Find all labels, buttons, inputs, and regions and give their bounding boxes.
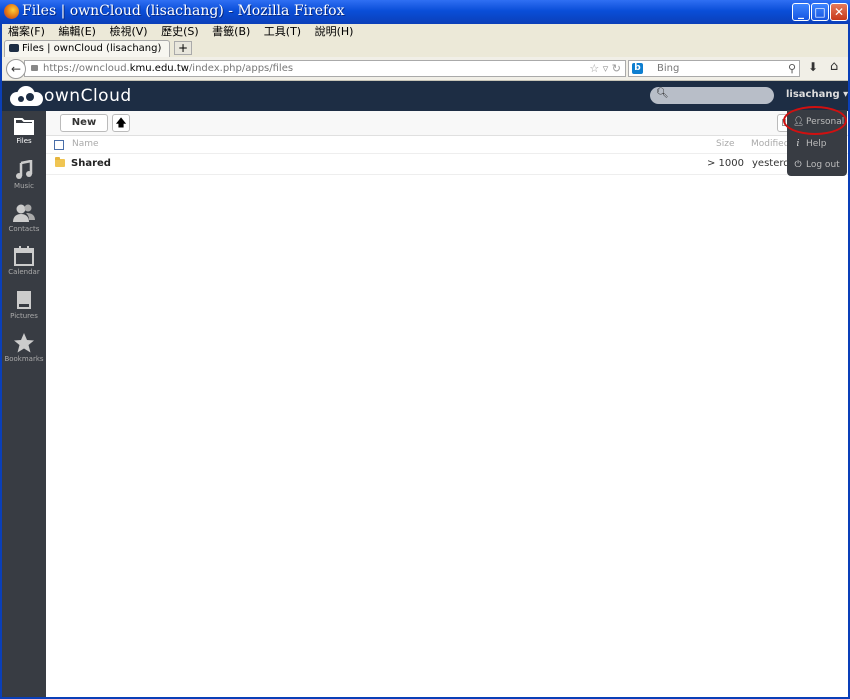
back-arrow-icon: ← — [10, 62, 22, 76]
file-name[interactable]: Shared — [71, 158, 111, 169]
minimize-button[interactable]: _ — [792, 3, 810, 21]
table-row[interactable]: Shared > 1000 yesterday — [46, 154, 848, 175]
music-icon — [16, 160, 33, 179]
menu-view[interactable]: 檢視(V) — [109, 24, 147, 39]
home-icon[interactable]: ⌂ — [830, 59, 838, 74]
bookmark-star-icon[interactable]: ☆ — [589, 62, 599, 75]
back-button[interactable]: ← — [6, 59, 26, 79]
download-icon[interactable]: ⬇ — [808, 60, 818, 74]
window-title: Files | ownCloud (lisachang) - Mozilla F… — [22, 3, 345, 19]
sidebar-item-label: Contacts — [8, 225, 40, 233]
menu-item-logout[interactable]: ⏻ Log out — [793, 160, 840, 170]
browser-tab[interactable]: Files | ownCloud (lisachang) — [4, 40, 170, 57]
sidebar-item-label: Pictures — [10, 312, 38, 320]
owncloud-favicon-icon — [9, 44, 19, 52]
user-menu-toggle[interactable]: lisachang ▾ — [786, 89, 848, 100]
close-button[interactable]: ✕ — [830, 3, 848, 21]
browser-window: Files | ownCloud (lisachang) - Mozilla F… — [0, 0, 850, 699]
url-domain: kmu.edu.tw — [129, 63, 189, 74]
contacts-icon — [13, 204, 35, 222]
calendar-icon — [14, 246, 34, 266]
sidebar-item-label: Calendar — [8, 268, 40, 276]
search-magnifier-icon[interactable]: ⚲ — [788, 61, 796, 76]
sidebar-item-files[interactable]: Files — [2, 117, 46, 145]
sidebar-item-calendar[interactable]: Calendar — [2, 246, 46, 276]
files-table-header: Name Size Modified — [46, 136, 848, 154]
files-controls: New 🡅 ▯ — [46, 111, 848, 136]
menu-bookmarks[interactable]: 書籤(B) — [212, 24, 250, 39]
app-sidebar: Files Music Contacts Calendar Pictures B… — [2, 111, 46, 697]
files-content: New 🡅 ▯ Name Size Modified Shared > 1000… — [46, 111, 848, 697]
owncloud-logo-icon[interactable] — [8, 85, 44, 107]
menu-item-help[interactable]: i Help — [793, 139, 827, 149]
lock-icon — [31, 65, 38, 71]
url-prefix: https://owncloud. — [43, 63, 130, 74]
menu-item-label: Log out — [806, 160, 840, 170]
menu-edit[interactable]: 編輯(E) — [58, 24, 96, 39]
column-size[interactable]: Size — [716, 139, 734, 149]
dropdown-arrow-icon[interactable]: ▿ — [603, 62, 609, 75]
reload-icon[interactable]: ↻ — [612, 62, 621, 75]
info-icon: i — [796, 139, 800, 149]
sidebar-item-contacts[interactable]: Contacts — [2, 203, 46, 233]
menu-file[interactable]: 檔案(F) — [8, 24, 45, 39]
star-icon — [14, 333, 34, 353]
sidebar-item-label: Music — [14, 182, 34, 190]
file-size: > 1000 — [707, 158, 745, 169]
tab-label: Files | ownCloud (lisachang) — [22, 43, 162, 54]
power-icon: ⏻ — [794, 160, 802, 170]
column-name[interactable]: Name — [72, 139, 99, 149]
sidebar-item-music[interactable]: Music — [2, 160, 46, 190]
maximize-button[interactable]: □ — [811, 3, 829, 21]
url-bar-icons: ☆ ▿ ↻ — [589, 61, 621, 76]
column-modified[interactable]: Modified — [751, 139, 789, 149]
upload-arrow-icon: 🡅 — [115, 116, 127, 129]
search-placeholder: Bing — [657, 63, 680, 74]
menu-bar: 檔案(F) 編輯(E) 檢視(V) 歷史(S) 書籤(B) 工具(T) 說明(H… — [2, 24, 848, 39]
select-all-checkbox[interactable] — [54, 140, 64, 150]
title-bar: Files | ownCloud (lisachang) - Mozilla F… — [0, 0, 850, 24]
sidebar-item-bookmarks[interactable]: Bookmarks — [2, 333, 46, 363]
owncloud-search-input[interactable]: 🔍︎ — [650, 87, 774, 104]
new-tab-button[interactable]: + — [174, 41, 192, 55]
menu-help[interactable]: 說明(H) — [315, 24, 354, 39]
bing-icon: b — [632, 63, 643, 74]
upload-button[interactable]: 🡅 — [112, 114, 130, 132]
menu-history[interactable]: 歷史(S) — [161, 24, 199, 39]
menu-item-label: Help — [806, 139, 827, 149]
owncloud-logo-text: ownCloud — [44, 86, 132, 106]
tab-strip: Files | ownCloud (lisachang) + — [2, 39, 848, 57]
url-path: /index.php/apps/files — [188, 63, 294, 74]
sidebar-item-label: Bookmarks — [4, 355, 44, 363]
highlight-annotation-circle — [783, 106, 847, 135]
new-button[interactable]: New — [60, 114, 108, 132]
picture-icon — [17, 291, 31, 309]
sidebar-item-label: Files — [16, 137, 32, 145]
folder-icon — [14, 118, 34, 135]
navigation-bar: https://owncloud.kmu.edu.tw/index.php/ap… — [2, 57, 848, 81]
menu-tools[interactable]: 工具(T) — [264, 24, 301, 39]
search-input[interactable]: b Bing ⚲ — [628, 60, 800, 77]
folder-icon — [55, 157, 65, 167]
search-icon: 🔍︎ — [656, 88, 669, 99]
owncloud-header: ownCloud 🔍︎ lisachang ▾ — [2, 81, 848, 111]
firefox-icon — [4, 4, 19, 19]
url-bar[interactable]: https://owncloud.kmu.edu.tw/index.php/ap… — [24, 60, 626, 77]
sidebar-item-pictures[interactable]: Pictures — [2, 290, 46, 320]
